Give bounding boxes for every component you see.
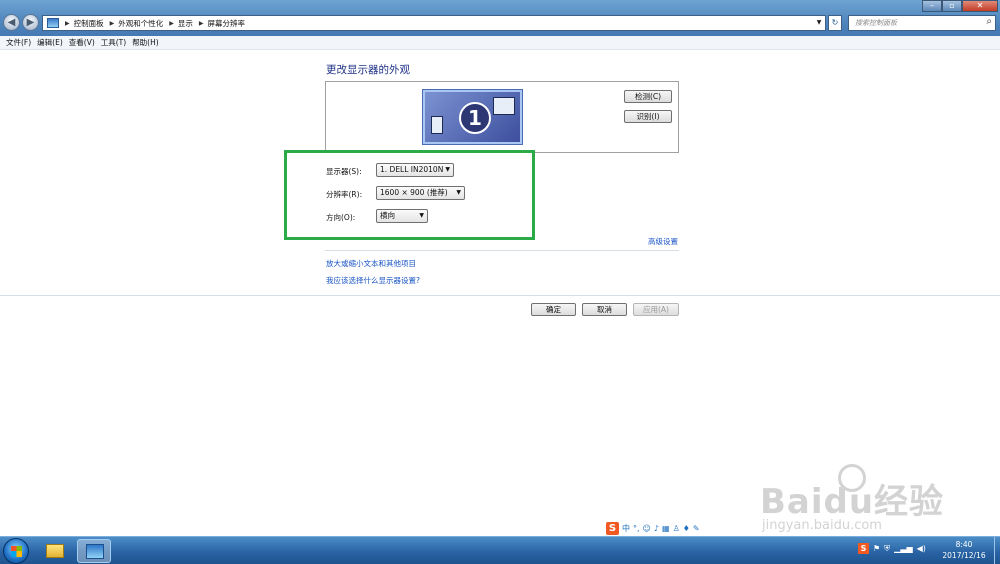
cancel-button[interactable]: 取消 bbox=[582, 303, 627, 316]
ime-mode-chinese[interactable]: 中 bbox=[622, 523, 630, 534]
wrench-icon[interactable]: ✎ bbox=[693, 524, 700, 533]
chevron-down-icon: ▼ bbox=[456, 189, 461, 196]
chevron-down-icon: ▼ bbox=[445, 166, 450, 173]
control-panel-icon bbox=[86, 544, 104, 559]
menu-file[interactable]: 文件(F) bbox=[6, 36, 31, 49]
clock-date: 2017/12/16 bbox=[942, 551, 986, 560]
display-help-link[interactable]: 我应该选择什么显示器设置? bbox=[326, 275, 420, 286]
breadcrumb-item[interactable]: 控制面板 bbox=[74, 18, 104, 29]
monitor-mini-icon bbox=[493, 97, 515, 115]
ok-button[interactable]: 确定 bbox=[531, 303, 576, 316]
chevron-right-icon: ▶ bbox=[169, 19, 174, 27]
volume-icon[interactable]: ◀) bbox=[917, 544, 926, 553]
network-flag-icon[interactable]: ⚑ bbox=[873, 544, 880, 553]
breadcrumb: ▶ 控制面板 ▶ 外观和个性化 ▶ 显示 ▶ 屏幕分辨率 bbox=[59, 18, 245, 29]
sogou-ime-icon[interactable]: S bbox=[606, 521, 619, 535]
start-button[interactable] bbox=[3, 538, 29, 564]
microphone-icon[interactable]: ♪ bbox=[654, 524, 659, 533]
chevron-right-icon: ▶ bbox=[198, 19, 204, 27]
window-titlebar: ◀ ▶ ▶ 控制面板 ▶ 外观和个性化 ▶ 显示 ▶ 屏幕分辨率 ▼ ↻ 搜索控… bbox=[0, 0, 1000, 36]
resolution-select[interactable]: 1600 × 900 (推荐) ▼ bbox=[376, 186, 465, 200]
menu-edit[interactable]: 编辑(E) bbox=[37, 36, 63, 49]
page-title: 更改显示器的外观 bbox=[326, 64, 410, 76]
monitor-mini-icon bbox=[431, 116, 443, 134]
taskbar: S ⚑ ⛨ ▁▃▅ ◀) 8:40 2017/12/16 bbox=[0, 536, 1000, 564]
maximize-button[interactable]: ▫ bbox=[942, 0, 962, 12]
watermark-url: jingyan.baidu.com bbox=[762, 518, 882, 533]
menu-bar: 文件(F) 编辑(E) 查看(V) 工具(T) 帮助(H) bbox=[0, 36, 1000, 50]
system-tray: S ⚑ ⛨ ▁▃▅ ◀) bbox=[858, 543, 926, 554]
signal-icon[interactable]: ▁▃▅ bbox=[894, 544, 912, 553]
minimize-button[interactable]: – bbox=[922, 0, 942, 12]
sogou-tray-icon[interactable]: S bbox=[858, 543, 869, 554]
taskbar-control-panel[interactable] bbox=[77, 539, 111, 563]
resolution-label: 分辨率(R): bbox=[326, 190, 363, 199]
show-desktop-button[interactable] bbox=[994, 537, 1000, 564]
back-button[interactable]: ◀ bbox=[3, 14, 20, 31]
divider bbox=[0, 295, 1000, 296]
text-size-link[interactable]: 放大或缩小文本和其他项目 bbox=[326, 258, 416, 269]
breadcrumb-item[interactable]: 屏幕分辨率 bbox=[208, 18, 246, 29]
watermark: Baidu经验 jingyan.baidu.com bbox=[760, 464, 944, 533]
orientation-select[interactable]: 横向 ▼ bbox=[376, 209, 428, 223]
address-bar[interactable]: ▶ 控制面板 ▶ 外观和个性化 ▶ 显示 ▶ 屏幕分辨率 ▼ bbox=[42, 15, 826, 31]
menu-help[interactable]: 帮助(H) bbox=[132, 36, 159, 49]
keyboard-icon[interactable]: ▦ bbox=[662, 524, 670, 533]
display-select[interactable]: 1. DELL IN2010N ▼ bbox=[376, 163, 454, 177]
display-label: 显示器(S): bbox=[326, 167, 362, 176]
detect-button[interactable]: 检测(C) bbox=[624, 90, 672, 103]
close-button[interactable]: ✕ bbox=[962, 0, 998, 12]
display-value: 1. DELL IN2010N bbox=[380, 165, 444, 174]
baidu-paw-icon bbox=[838, 464, 866, 492]
menu-view[interactable]: 查看(V) bbox=[69, 36, 95, 49]
ime-language-bar[interactable]: S 中 °, ☺ ♪ ▦ ♙ ♦ ✎ bbox=[603, 520, 734, 536]
emoji-icon[interactable]: ☺ bbox=[643, 524, 651, 533]
taskbar-explorer[interactable] bbox=[38, 539, 72, 563]
folder-icon bbox=[46, 544, 64, 558]
punctuation-icon[interactable]: °, bbox=[633, 524, 640, 533]
orientation-label: 方向(O): bbox=[326, 213, 356, 222]
forward-button[interactable]: ▶ bbox=[22, 14, 39, 31]
identify-button[interactable]: 识别(I) bbox=[624, 110, 672, 123]
chevron-right-icon: ▶ bbox=[65, 19, 70, 27]
skin-icon[interactable]: ♦ bbox=[683, 524, 690, 533]
search-input[interactable]: 搜索控制面板 ⌕ bbox=[848, 15, 996, 31]
clock-time: 8:40 bbox=[955, 540, 973, 549]
user-icon[interactable]: ♙ bbox=[673, 524, 680, 533]
orientation-value: 横向 bbox=[380, 211, 395, 220]
monitor-preview[interactable]: 1 bbox=[422, 89, 523, 145]
divider bbox=[325, 250, 679, 251]
breadcrumb-item[interactable]: 显示 bbox=[178, 18, 193, 29]
window-controls: – ▫ ✕ bbox=[922, 0, 998, 12]
chevron-right-icon: ▶ bbox=[109, 19, 115, 27]
monitor-number-badge: 1 bbox=[459, 102, 491, 134]
shield-icon[interactable]: ⛨ bbox=[884, 544, 890, 554]
breadcrumb-item[interactable]: 外观和个性化 bbox=[118, 18, 163, 29]
control-panel-icon bbox=[47, 18, 59, 28]
clock[interactable]: 8:40 2017/12/16 bbox=[936, 539, 992, 561]
refresh-icon[interactable]: ↻ bbox=[828, 15, 842, 31]
address-dropdown-icon[interactable]: ▼ bbox=[813, 16, 825, 30]
windows-logo-icon bbox=[11, 551, 22, 557]
menu-tools[interactable]: 工具(T) bbox=[101, 36, 126, 49]
apply-button[interactable]: 应用(A) bbox=[633, 303, 679, 316]
search-placeholder: 搜索控制面板 bbox=[855, 19, 897, 27]
resolution-value: 1600 × 900 (推荐) bbox=[380, 188, 448, 197]
chevron-down-icon: ▼ bbox=[419, 212, 424, 219]
search-icon[interactable]: ⌕ bbox=[986, 16, 992, 27]
advanced-settings-link[interactable]: 高级设置 bbox=[648, 236, 678, 247]
